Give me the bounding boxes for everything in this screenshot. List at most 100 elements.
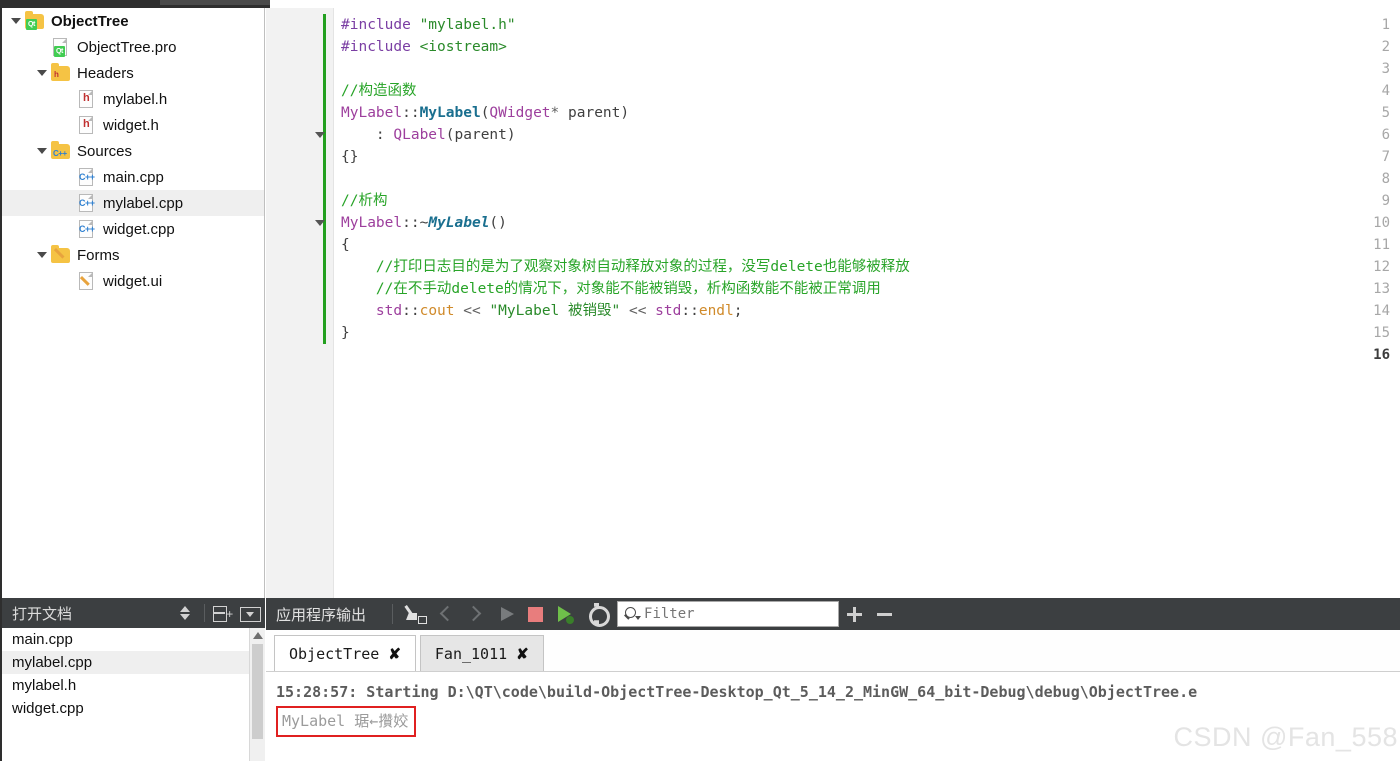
scrollbar-thumb[interactable]: [252, 644, 263, 739]
zoom-out-button[interactable]: [869, 601, 899, 627]
expander-collapse-icon[interactable]: [34, 60, 50, 86]
expander-collapse-icon[interactable]: [34, 138, 50, 164]
output-tab-bar[interactable]: ObjectTree ✘ Fan_1011 ✘: [266, 630, 1400, 672]
fold-toggle-icon[interactable]: [314, 124, 326, 146]
expander-none: [60, 268, 76, 294]
run-icon[interactable]: [491, 601, 521, 627]
tree-item-widget-ui[interactable]: widget.ui: [2, 268, 264, 294]
code-token: ): [506, 127, 516, 143]
code-token: "MyLabel 被销毁": [489, 303, 621, 319]
code-line[interactable]: : QLabel(parent): [341, 124, 516, 146]
close-icon[interactable]: ✘: [516, 645, 529, 663]
expander-collapse-icon[interactable]: [8, 8, 24, 34]
open-document-item[interactable]: widget.cpp: [2, 697, 265, 720]
code-line[interactable]: std::cout << "MyLabel 被销毁" << std::endl;: [341, 300, 743, 322]
code-token: //打印日志目的是为了观察对象树自动释放对象的过程，没写delete也能够被释放: [341, 259, 910, 275]
expander-none: [60, 216, 76, 242]
code-token: #include: [341, 39, 420, 55]
open-documents-panel[interactable]: 打开文档 + main.cpp mylabel.cpp mylabel.h widge…: [0, 598, 265, 761]
expander-none: [60, 86, 76, 112]
filter-field[interactable]: [617, 601, 840, 627]
dropdown-menu-icon[interactable]: [237, 602, 263, 624]
tree-item-forms[interactable]: Forms: [2, 242, 264, 268]
prev-item-icon[interactable]: [431, 601, 461, 627]
tree-item-objecttree-pro[interactable]: Qt ObjectTree.pro: [2, 34, 264, 60]
close-icon[interactable]: ✘: [388, 645, 401, 663]
output-toolbar: 应用程序输出: [266, 598, 1400, 630]
code-line[interactable]: MyLabel::~MyLabel(): [341, 212, 507, 234]
rerun-debug-icon[interactable]: [551, 601, 581, 627]
code-editor[interactable]: 1 2 3 4 5 6 7 8 9 10 11 12 13 14 15 16 #include "mylabe…: [266, 8, 1400, 598]
code-token: QLabel: [393, 127, 446, 143]
tree-item-main-cpp[interactable]: C++ main.cpp: [2, 164, 264, 190]
code-token: ::: [681, 303, 699, 319]
code-line[interactable]: MyLabel::MyLabel(QWidget* parent): [341, 102, 629, 124]
scroll-up-arrow-icon[interactable]: [253, 632, 263, 639]
search-icon: [618, 602, 644, 626]
code-line[interactable]: {}: [341, 146, 358, 168]
header-divider: [204, 604, 205, 622]
expander-none: [60, 164, 76, 190]
code-token: cout: [419, 303, 455, 319]
code-token: <iostream>: [419, 39, 507, 55]
next-item-icon[interactable]: [461, 601, 491, 627]
code-line[interactable]: //构造函数: [341, 80, 416, 102]
tree-item-widget-h[interactable]: h widget.h: [2, 112, 264, 138]
open-documents-list[interactable]: main.cpp mylabel.cpp mylabel.h widget.cpp: [2, 628, 265, 761]
expander-collapse-icon[interactable]: [34, 242, 50, 268]
code-line[interactable]: #include <iostream>: [341, 36, 507, 58]
open-document-item[interactable]: main.cpp: [2, 628, 265, 651]
filter-input[interactable]: [644, 606, 839, 622]
tree-item-mylabel-h[interactable]: h mylabel.h: [2, 86, 264, 112]
code-token: ::~: [402, 215, 429, 231]
open-documents-scrollbar[interactable]: [249, 628, 265, 761]
settings-gear-icon[interactable]: [581, 601, 611, 627]
code-token: {: [341, 237, 350, 253]
file-ui-icon: [76, 270, 98, 292]
code-token: std: [375, 303, 403, 319]
code-line[interactable]: }: [341, 322, 350, 344]
output-tab-label: Fan_1011: [434, 644, 508, 663]
open-document-item[interactable]: mylabel.cpp: [2, 651, 265, 674]
code-line[interactable]: //打印日志目的是为了观察对象树自动释放对象的过程，没写delete也能够被释放: [341, 256, 910, 278]
code-token: ;: [733, 303, 743, 319]
clear-output-icon[interactable]: [401, 601, 431, 627]
code-token: MyLabel: [341, 215, 403, 231]
tree-item-label: main.cpp: [103, 168, 164, 186]
file-cpp-icon: C++: [76, 166, 98, 188]
code-line[interactable]: {: [341, 234, 350, 256]
console-garbled-line: MyLabel 琚←攢姣: [276, 706, 417, 737]
expander-none: [34, 34, 50, 60]
tree-item-objecttree[interactable]: Qt ObjectTree: [2, 8, 264, 34]
tree-item-label: widget.h: [103, 116, 159, 134]
tree-item-sources[interactable]: C++ Sources: [2, 138, 264, 164]
code-token: <<: [620, 303, 656, 319]
output-tab-objecttree[interactable]: ObjectTree ✘: [274, 635, 416, 671]
zoom-in-button[interactable]: [839, 601, 869, 627]
sort-toggle-icon[interactable]: [172, 602, 198, 624]
file-cpp-icon: C++: [76, 218, 98, 240]
tree-item-widget-cpp[interactable]: C++ widget.cpp: [2, 216, 264, 242]
tree-item-label: ObjectTree: [51, 12, 129, 30]
code-token: MyLabel: [419, 105, 481, 121]
tree-item-label: mylabel.cpp: [103, 194, 184, 212]
file-qt-pro-icon: Qt: [50, 36, 72, 58]
fold-toggle-icon[interactable]: [314, 212, 326, 234]
tree-item-label: ObjectTree.pro: [77, 38, 177, 56]
open-document-item[interactable]: mylabel.h: [2, 674, 265, 697]
tree-item-mylabel-cpp[interactable]: C++ mylabel.cpp: [2, 190, 264, 216]
stop-icon[interactable]: [521, 601, 551, 627]
console-output[interactable]: 15:28:57: Starting D:\QT\code\build-Obje…: [266, 672, 1400, 761]
code-token: parent: [568, 105, 621, 121]
code-text-area[interactable]: #include "mylabel.h" #include <iostream> /…: [335, 8, 1400, 598]
output-tab-fan_1011[interactable]: Fan_1011 ✘: [419, 635, 544, 671]
tree-item-headers[interactable]: h Headers: [2, 60, 264, 86]
file-cpp-icon: C++: [76, 192, 98, 214]
split-add-icon[interactable]: +: [209, 602, 235, 624]
project-tree-panel[interactable]: Qt ObjectTree Qt ObjectTree.pro h Headers h myl…: [0, 8, 265, 598]
code-line[interactable]: //析构: [341, 190, 387, 212]
code-line[interactable]: //在不手动delete的情况下，对象能不能被销毁，析构函数能不能被正常调用: [341, 278, 881, 300]
code-line[interactable]: #include "mylabel.h": [341, 14, 516, 36]
code-token: (): [489, 215, 507, 231]
